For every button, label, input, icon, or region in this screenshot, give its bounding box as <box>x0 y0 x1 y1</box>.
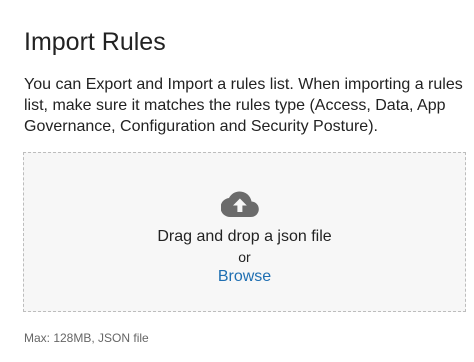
file-size-hint: Max: 128MB, JSON file <box>24 331 149 345</box>
drag-drop-text: Drag and drop a json file <box>157 228 332 245</box>
cloud-upload-icon <box>221 191 259 217</box>
dialog-title: Import Rules <box>24 28 166 56</box>
dialog-description: You can Export and Import a rules list. … <box>24 76 463 135</box>
import-rules-dialog: Import Rules You can Export and Import a… <box>0 0 474 362</box>
or-separator-text: or <box>238 249 251 265</box>
browse-link[interactable]: Browse <box>24 267 465 287</box>
file-dropzone[interactable]: Drag and drop a json file or Browse <box>23 152 466 312</box>
